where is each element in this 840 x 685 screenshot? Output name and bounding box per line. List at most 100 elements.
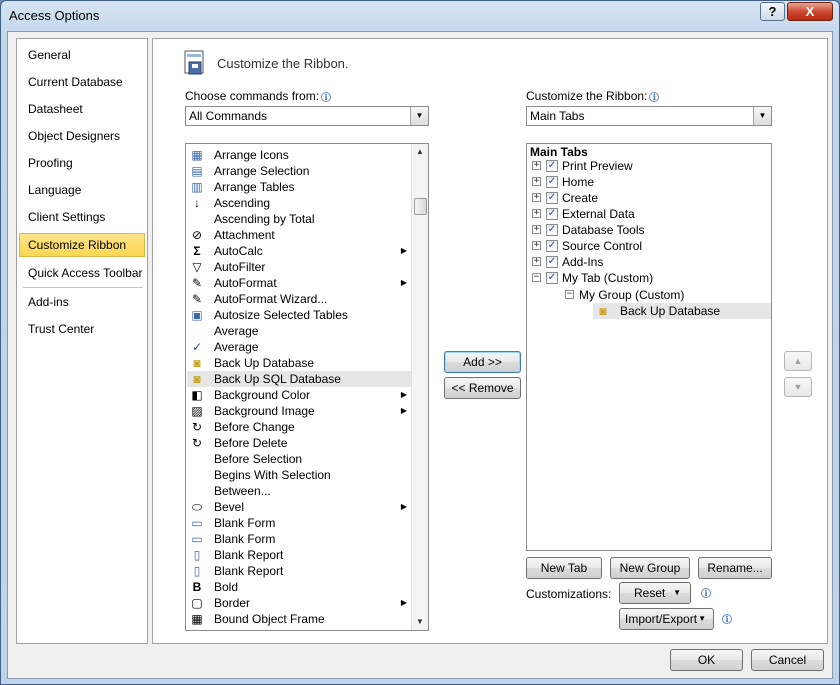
command-label: Arrange Tables xyxy=(214,180,295,194)
tab-checkbox[interactable]: ✓ xyxy=(546,240,558,252)
command-label: Ascending by Total xyxy=(214,212,315,226)
command-list-item[interactable]: ▭ Blank Form xyxy=(187,531,411,547)
tree-item[interactable]: + ✓ Source Control xyxy=(527,238,771,254)
expand-icon[interactable]: + xyxy=(532,193,541,202)
dropdown-arrow-icon[interactable]: ▼ xyxy=(410,107,428,125)
command-list-item[interactable]: ▽ AutoFilter xyxy=(187,259,411,275)
commands-scrollbar[interactable]: ▲ ▼ xyxy=(411,144,428,630)
info-icon[interactable]: i xyxy=(722,614,732,624)
choose-commands-dropdown[interactable]: All Commands ▼ xyxy=(185,106,429,126)
nav-trust-center[interactable]: Trust Center xyxy=(19,317,145,341)
command-list-item[interactable]: ◧ Background Color ▶ xyxy=(187,387,411,403)
remove-button[interactable]: << Remove xyxy=(444,377,521,399)
command-list-item[interactable]: Before Selection xyxy=(187,451,411,467)
tree-item[interactable]: + ✓ Database Tools xyxy=(527,222,771,238)
tree-item[interactable]: + ✓ Create xyxy=(527,190,771,206)
expand-icon[interactable]: + xyxy=(532,225,541,234)
cancel-button[interactable]: Cancel xyxy=(751,649,824,671)
command-list-item[interactable]: ✎ AutoFormat Wizard... xyxy=(187,291,411,307)
command-list-item[interactable]: Between... xyxy=(187,483,411,499)
rename-button[interactable]: Rename... xyxy=(698,557,772,579)
command-list-item[interactable]: B Bold xyxy=(187,579,411,595)
nav-customize-ribbon[interactable]: Customize Ribbon xyxy=(19,233,145,257)
commands-list[interactable]: ▦ Bound Object Frame ▢ Border ▶ B Bold ▯ Blank R… xyxy=(185,143,429,631)
tab-checkbox[interactable]: ✓ xyxy=(546,224,558,236)
scroll-thumb[interactable] xyxy=(414,198,427,215)
nav-object-designers[interactable]: Object Designers xyxy=(19,124,145,148)
scroll-down-arrow-icon[interactable]: ▼ xyxy=(412,614,428,630)
info-icon[interactable]: i xyxy=(321,91,332,102)
help-button[interactable]: ? xyxy=(760,2,785,21)
nav-language[interactable]: Language xyxy=(19,178,145,202)
tree-item[interactable]: + ✓ External Data xyxy=(527,206,771,222)
command-list-item[interactable]: ▦ Bound Object Frame xyxy=(187,611,411,627)
command-list-item[interactable]: ▤ Arrange Selection xyxy=(187,163,411,179)
command-list-item[interactable]: ▢ Border ▶ xyxy=(187,595,411,611)
tree-item[interactable]: + ✓ Home xyxy=(527,174,771,190)
command-list-item[interactable]: ↻ Before Change xyxy=(187,419,411,435)
command-list-item[interactable]: ✎ AutoFormat ▶ xyxy=(187,275,411,291)
new-group-button[interactable]: New Group xyxy=(610,557,690,579)
tree-item[interactable]: − ✓ My Tab (Custom) xyxy=(527,270,771,286)
nav-proofing[interactable]: Proofing xyxy=(19,151,145,175)
tree-item[interactable]: − My Group (Custom) xyxy=(527,287,771,303)
collapse-icon[interactable]: − xyxy=(565,290,574,299)
command-list-item[interactable]: ⬭ Bevel ▶ xyxy=(187,499,411,515)
tab-checkbox[interactable]: ✓ xyxy=(546,208,558,220)
nav-client-settings[interactable]: Client Settings xyxy=(19,205,145,229)
command-list-item[interactable]: ↻ Before Delete xyxy=(187,435,411,451)
tab-checkbox[interactable]: ✓ xyxy=(546,192,558,204)
new-tab-button[interactable]: New Tab xyxy=(526,557,602,579)
command-list-item[interactable]: Ascending by Total xyxy=(187,211,411,227)
dropdown-arrow-icon[interactable]: ▼ xyxy=(753,107,771,125)
nav-add-ins[interactable]: Add-ins xyxy=(19,290,145,314)
expand-icon[interactable]: + xyxy=(532,161,541,170)
command-list-item[interactable]: ✓ Average xyxy=(187,339,411,355)
command-list-item[interactable]: ▣ Autosize Selected Tables xyxy=(187,307,411,323)
close-button[interactable]: X xyxy=(787,2,833,21)
command-list-item[interactable]: Average xyxy=(187,323,411,339)
nav-general[interactable]: General xyxy=(19,43,145,67)
background-image-icon: ▨ xyxy=(191,404,203,418)
command-list-item[interactable]: ▥ Arrange Tables xyxy=(187,179,411,195)
ok-button[interactable]: OK xyxy=(670,649,743,671)
command-list-item[interactable]: ▦ Arrange Icons xyxy=(187,147,411,163)
move-up-button[interactable]: ▲ xyxy=(784,351,812,371)
tab-checkbox[interactable]: ✓ xyxy=(546,272,558,284)
tab-checkbox[interactable]: ✓ xyxy=(546,176,558,188)
info-icon[interactable]: i xyxy=(701,588,711,598)
nav-quick-access-toolbar[interactable]: Quick Access Toolbar xyxy=(19,261,145,285)
tree-item[interactable]: + ✓ Add-Ins xyxy=(527,254,771,270)
tree-item[interactable]: + ✓ Print Preview xyxy=(527,158,771,174)
command-list-item[interactable]: ⊘ Attachment xyxy=(187,227,411,243)
expand-icon[interactable]: + xyxy=(532,241,541,250)
ribbon-tabs-tree[interactable]: Main Tabs + ✓ Print Preview + ✓ Home + ✓ Create +… xyxy=(526,143,772,551)
add-button[interactable]: Add >> xyxy=(444,351,521,373)
command-list-item[interactable]: ▭ Blank Form xyxy=(187,515,411,531)
tab-checkbox[interactable]: ✓ xyxy=(546,256,558,268)
info-icon[interactable]: i xyxy=(649,91,660,102)
nav-current-database[interactable]: Current Database xyxy=(19,70,145,94)
expand-icon[interactable]: + xyxy=(532,257,541,266)
command-list-item[interactable]: ▨ Background Image ▶ xyxy=(187,403,411,419)
expand-icon[interactable]: + xyxy=(532,209,541,218)
scroll-up-arrow-icon[interactable]: ▲ xyxy=(412,144,428,160)
command-list-item[interactable]: ▯ Blank Report xyxy=(187,547,411,563)
border-icon: ▢ xyxy=(191,596,203,610)
command-list-item[interactable]: Begins With Selection xyxy=(187,467,411,483)
command-list-item[interactable]: Σ AutoCalc ▶ xyxy=(187,243,411,259)
move-down-button[interactable]: ▼ xyxy=(784,377,812,397)
command-list-item[interactable]: ◙ Back Up SQL Database xyxy=(187,371,411,387)
tree-item[interactable]: ◙ Back Up Database xyxy=(527,303,771,319)
command-list-item[interactable]: ↓ Ascending xyxy=(187,195,411,211)
customize-ribbon-text: Customize the Ribbon: xyxy=(526,89,648,103)
import-export-button[interactable]: Import/Export ▼ xyxy=(619,608,714,630)
expand-icon[interactable]: + xyxy=(532,177,541,186)
reset-dropdown-button[interactable]: Reset ▼ xyxy=(619,582,691,604)
command-list-item[interactable]: ▯ Blank Report xyxy=(187,563,411,579)
tab-checkbox[interactable]: ✓ xyxy=(546,160,558,172)
command-list-item[interactable]: ◙ Back Up Database xyxy=(187,355,411,371)
collapse-icon[interactable]: − xyxy=(532,273,541,282)
customize-ribbon-dropdown[interactable]: Main Tabs ▼ xyxy=(526,106,772,126)
nav-datasheet[interactable]: Datasheet xyxy=(19,97,145,121)
